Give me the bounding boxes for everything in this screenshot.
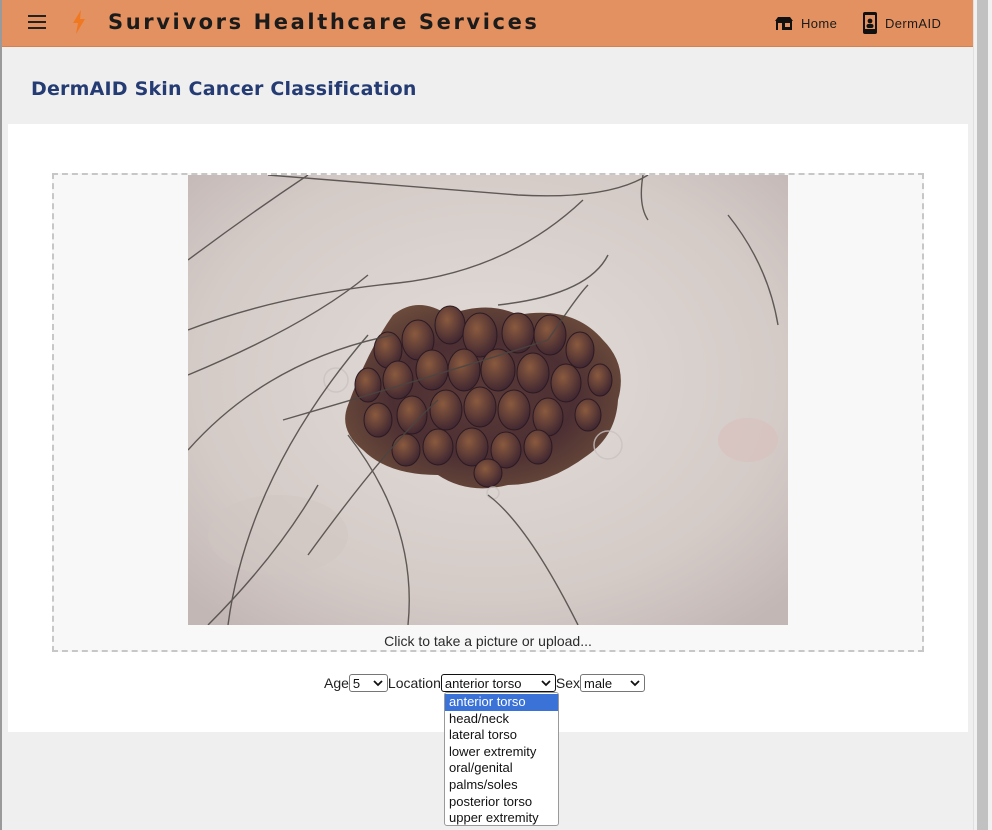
chevron-down-icon (630, 680, 640, 687)
nav-dermaid-link[interactable]: DermAID (862, 12, 941, 34)
location-option[interactable]: palms/soles (445, 777, 558, 794)
sex-label: Sex (555, 675, 580, 691)
age-select[interactable]: 5 (348, 674, 388, 692)
home-icon (775, 17, 793, 30)
brand-title: Survivors Healthcare Services (108, 10, 540, 34)
location-option[interactable]: lower extremity (445, 744, 558, 761)
lightning-bolt-icon (73, 10, 85, 34)
nav-home-link[interactable]: Home (774, 12, 837, 34)
upload-hint: Click to take a picture or upload... (384, 633, 592, 649)
menu-icon[interactable] (28, 15, 46, 29)
location-option[interactable]: oral/genital (445, 760, 558, 777)
age-label: Age (324, 675, 349, 691)
window-left-edge (0, 0, 2, 830)
nav-home-label: Home (801, 15, 838, 31)
location-option[interactable]: head/neck (445, 711, 558, 728)
location-option[interactable]: anterior torso (445, 694, 558, 711)
chevron-down-icon (373, 680, 383, 687)
location-select[interactable]: anterior torso (440, 674, 556, 692)
location-select-value: anterior torso (444, 675, 522, 691)
chevron-down-icon (541, 680, 551, 687)
scrollbar-thumb[interactable] (977, 0, 988, 830)
location-option[interactable]: upper extremity (445, 810, 558, 827)
phone-icon (863, 12, 877, 34)
sex-select[interactable]: male (579, 674, 645, 692)
vertical-scrollbar[interactable] (973, 0, 992, 830)
location-label: Location (387, 675, 441, 691)
classification-card: Click to take a picture or upload... Age… (8, 124, 968, 732)
skin-lesion-image (188, 175, 788, 625)
patient-info-form: Age 5 Location anterior torso Sex male (324, 673, 645, 693)
page-title: DermAID Skin Cancer Classification (31, 78, 417, 100)
location-option[interactable]: lateral torso (445, 727, 558, 744)
location-option[interactable]: posterior torso (445, 794, 558, 811)
nav-dermaid-label: DermAID (885, 15, 942, 31)
location-dropdown-list: anterior torso head/neck lateral torso l… (444, 692, 559, 826)
sex-select-value: male (583, 675, 613, 691)
top-app-bar: Survivors Healthcare Services Home DermA… (2, 0, 974, 47)
image-upload-area[interactable]: Click to take a picture or upload... (52, 173, 924, 652)
age-select-value: 5 (352, 675, 361, 691)
